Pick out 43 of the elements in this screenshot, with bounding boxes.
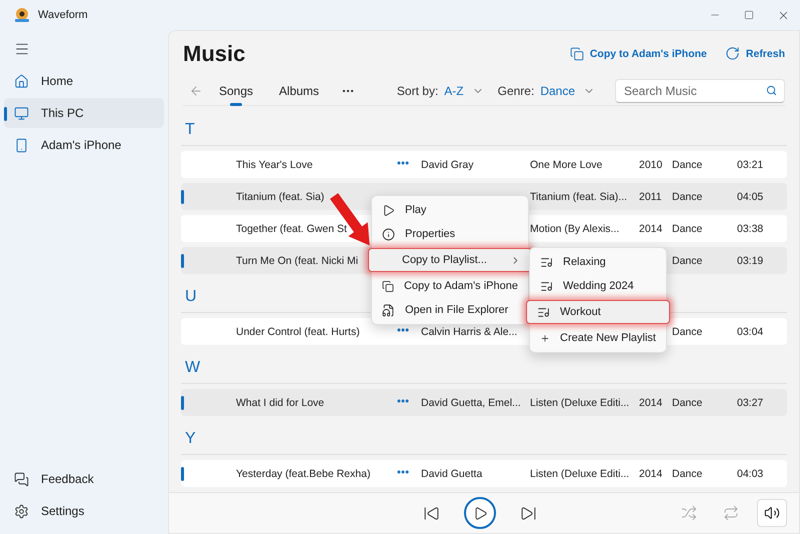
genre: Dance (672, 326, 702, 338)
year: 2014 (639, 396, 662, 409)
duration: 04:03 (737, 468, 764, 480)
page-title: Music (183, 40, 246, 67)
song-title: Turn Me On (feat. Nicki Mi (236, 254, 358, 267)
artist: David Guetta, Emel... (421, 396, 521, 409)
genre: Dance (672, 468, 702, 480)
artist: David Gray (421, 158, 474, 171)
year: 2014 (639, 468, 662, 480)
duration: 03:27 (737, 396, 764, 409)
album: Listen (Deluxe Editi... (530, 396, 630, 409)
group-letter: U (185, 288, 197, 306)
group-letter: W (185, 359, 200, 378)
song-title: What I did for Love (236, 396, 324, 409)
genre: Dance (672, 190, 702, 203)
album: Titanium (feat. Sia)... (530, 190, 628, 203)
album: One More Love (530, 158, 602, 171)
artist: Calvin Harris & Ale... (421, 326, 518, 338)
song-title: This Year's Love (236, 158, 313, 171)
song-title: Yesterday (feat.Bebe Rexha) (236, 468, 370, 480)
artist: David Guetta (421, 468, 482, 480)
genre-label: Genre: (498, 84, 534, 98)
song-title: Titanium (feat. Sia) (236, 190, 324, 203)
duration: 03:19 (737, 254, 764, 267)
genre: Dance (672, 254, 702, 267)
window-title: Waveform (38, 9, 88, 21)
song-title: Together (feat. Gwen St (236, 222, 347, 235)
duration: 04:05 (737, 190, 764, 203)
genre: Dance (672, 158, 702, 171)
sort-label: Sort by: (396, 84, 438, 98)
genre: Dance (672, 222, 702, 235)
duration: 03:38 (737, 222, 764, 235)
group-letter: T (185, 121, 195, 140)
duration: 03:04 (737, 326, 764, 338)
year: 2014 (639, 222, 662, 235)
year: 2010 (639, 158, 662, 171)
song-title: Under Control (feat. Hurts) (236, 326, 360, 338)
group-letter: Y (185, 430, 196, 448)
album: Motion (By Alexis... (530, 222, 620, 235)
genre: Dance (672, 396, 702, 409)
duration: 03:21 (737, 158, 764, 171)
album: Listen (Deluxe Editi... (530, 468, 630, 480)
year: 2011 (639, 190, 662, 203)
